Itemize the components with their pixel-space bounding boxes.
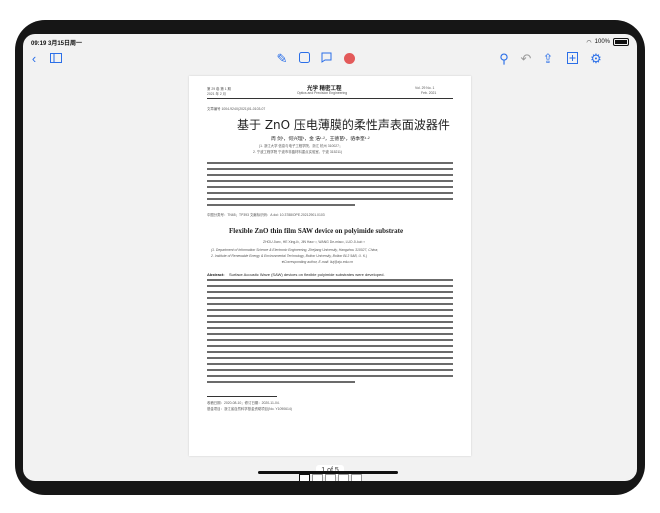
- text-line: [207, 369, 453, 371]
- text-line: [207, 297, 453, 299]
- status-bar: 09:19 3月15日周一 ◠ 100%: [23, 34, 637, 48]
- shape-icon[interactable]: [297, 52, 311, 66]
- header-right-2: Feb. 2021: [421, 91, 437, 95]
- comment-icon[interactable]: [319, 52, 333, 66]
- text-line: [207, 291, 453, 293]
- footnote-received: 收稿日期：2020-08-10；修订日期：2020-11-04.: [207, 401, 280, 405]
- settings-icon[interactable]: ⚙: [589, 52, 603, 66]
- text-line: [207, 204, 355, 206]
- classification: 中图分类号：TN65；TP393 文献标识码：A doi: 10.3788/OP…: [207, 213, 325, 217]
- thumbnail-page-5[interactable]: [351, 474, 362, 481]
- header-rule: [207, 98, 453, 99]
- text-line: [207, 186, 453, 188]
- text-line: [207, 315, 453, 317]
- footnote-fund: 基金项目：浙江省自然科学基金资助项目(No. Y1090614): [207, 407, 292, 411]
- affiliation-cn-1: (1. 浙江大学 信息与电子工程学院，浙江 杭州 310027；: [259, 144, 343, 148]
- text-line: [207, 279, 453, 281]
- text-line: [207, 333, 453, 335]
- wifi-icon: ◠: [586, 39, 592, 46]
- text-line: [207, 357, 453, 359]
- text-line: [207, 180, 453, 182]
- text-line: [207, 381, 355, 383]
- home-indicator[interactable]: [258, 471, 398, 474]
- article-code: 文章编号 1004-924X(2021)01-0103-07: [207, 107, 266, 111]
- status-time: 09:19 3月15日周一: [31, 41, 83, 47]
- authors-cn: 周 剑¹，何兴理¹，金 浩¹·²，王德苗¹，骆季奎¹·²: [271, 137, 370, 142]
- header-right-1: Vol. 29 No. 1: [415, 86, 435, 90]
- text-line: [207, 285, 453, 287]
- undo-icon[interactable]: ↶: [519, 52, 533, 66]
- text-line: [207, 174, 453, 176]
- text-line: [207, 327, 453, 329]
- text-line: [207, 198, 453, 200]
- text-line: [207, 192, 453, 194]
- text-line: [207, 168, 453, 170]
- title-en: Flexible ZnO thin film SAW device on pol…: [229, 227, 404, 235]
- corresponding-author: ★Corresponding author, E-mail: liuj@zju.…: [281, 260, 354, 264]
- affiliation-en-1: (1. Department of Information Science & …: [211, 248, 379, 252]
- pdf-page[interactable]: 第 29 卷 第 1 期 2021 年 2 月 光学 精密工程 Optics a…: [189, 76, 471, 456]
- toolbar: ‹ ✎ ⚲ ↶ ⇪ ⚙: [23, 49, 637, 69]
- abstract-first-line: Surface Acoustic Wave (SAW) devices on f…: [229, 272, 385, 277]
- text-line: [207, 363, 453, 365]
- abstract-label: Abstract:: [207, 272, 225, 277]
- battery-icon: [613, 38, 629, 46]
- authors-en: ZHOU Jian¹, HE Xing-li¹, JIN Hao¹·², WAN…: [263, 240, 365, 244]
- text-line: [207, 303, 453, 305]
- text-line: [207, 351, 453, 353]
- page-thumbnails[interactable]: [23, 474, 637, 481]
- text-line: [207, 321, 453, 323]
- screen: 09:19 3月15日周一 ◠ 100% ‹ ✎ ⚲ ↶ ⇪ ⚙ 第 29 卷 …: [23, 34, 637, 481]
- footnote-rule: [207, 396, 277, 397]
- thumbnail-page-2[interactable]: [312, 474, 323, 481]
- pen-icon[interactable]: ✎: [275, 52, 289, 66]
- text-line: [207, 162, 453, 164]
- record-button[interactable]: [344, 53, 355, 64]
- text-line: [207, 339, 453, 341]
- text-line: [207, 375, 453, 377]
- battery-level: 100%: [594, 39, 610, 45]
- affiliation-en-2: 2. Institute of Renewable Energy & Envir…: [211, 254, 368, 258]
- thumbnail-page-1[interactable]: [299, 474, 310, 481]
- share-icon[interactable]: ⇪: [541, 52, 555, 66]
- chevron-left-icon[interactable]: ‹: [27, 52, 41, 66]
- thumbnail-page-4[interactable]: [338, 474, 349, 481]
- search-icon[interactable]: ⚲: [497, 52, 511, 66]
- thumbnail-page-3[interactable]: [325, 474, 336, 481]
- text-line: [207, 309, 453, 311]
- add-page-icon[interactable]: [565, 52, 579, 66]
- text-line: [207, 345, 453, 347]
- journal-name-en: Optics and Precision Engineering: [297, 91, 348, 95]
- sidebar-icon[interactable]: [49, 52, 63, 66]
- header-left-2: 2021 年 2 月: [207, 92, 227, 96]
- title-cn: 基于 ZnO 压电薄膜的柔性声表面波器件: [237, 118, 450, 132]
- affiliation-cn-2: 2. 宁波工程学院 宁波市非晶材料重点实验室，宁波 315211): [253, 150, 343, 154]
